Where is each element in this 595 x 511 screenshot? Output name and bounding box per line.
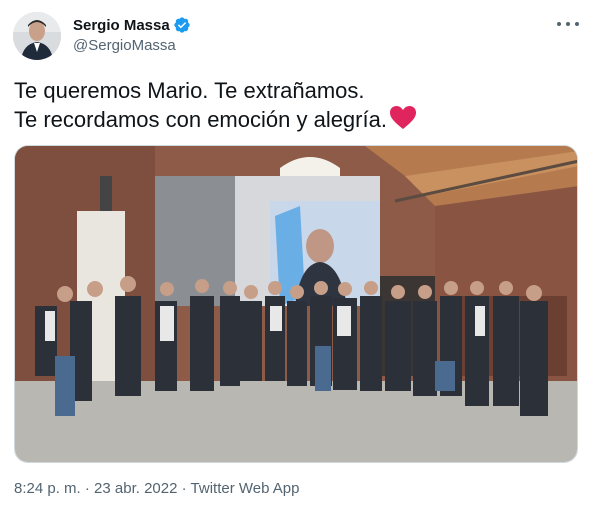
tweet-text: Te queremos Mario. Te extrañamos. Te rec… — [14, 77, 574, 138]
tweet-text-line-2-text: Te recordamos con emoción y alegría. — [14, 107, 387, 132]
tweet-time: 8:24 p. m. — [14, 480, 81, 497]
display-name[interactable]: Sergio Massa — [73, 17, 170, 34]
tweet-date: 23 abr. 2022 — [94, 480, 178, 497]
verified-badge-icon — [173, 16, 191, 34]
tweet-photo[interactable] — [14, 145, 578, 463]
tweet-text-line-2: Te recordamos con emoción y alegría. — [14, 105, 574, 138]
handle[interactable]: @SergioMassa — [73, 37, 191, 54]
avatar[interactable] — [13, 12, 61, 60]
separator: · — [181, 480, 187, 497]
red-heart-icon — [389, 105, 417, 138]
tweet-card: Sergio Massa @SergioMassa Te queremos Ma… — [0, 0, 595, 511]
separator: · — [84, 480, 90, 497]
tweet-source[interactable]: Twitter Web App — [191, 480, 300, 497]
tweet-text-line-1: Te queremos Mario. Te extrañamos. — [14, 78, 365, 103]
tweet-timestamp[interactable]: 8:24 p. m. · 23 abr. 2022 · Twitter Web … — [14, 480, 300, 497]
author-info: Sergio Massa @SergioMassa — [73, 15, 191, 54]
more-horizontal-icon[interactable] — [557, 16, 579, 32]
